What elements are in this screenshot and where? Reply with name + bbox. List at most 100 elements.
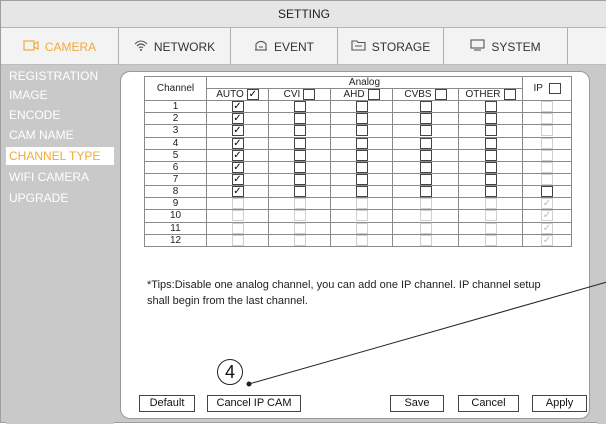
checkbox-auto[interactable]: ✓ — [231, 149, 244, 161]
checkbox-other[interactable] — [484, 161, 497, 173]
col-all-checkbox-other[interactable] — [503, 89, 516, 100]
channel-number: 10 — [144, 209, 207, 223]
scrollbar[interactable] — [597, 65, 606, 424]
tab-label: SYSTEM — [491, 39, 541, 54]
checkbox-other[interactable] — [484, 125, 497, 137]
checkbox-auto[interactable]: ✓ — [231, 113, 244, 125]
cell-other — [458, 112, 523, 126]
checkmark-icon: ✓ — [233, 161, 242, 173]
cell-ahd — [330, 136, 393, 150]
checkbox-cvbs[interactable] — [419, 137, 432, 149]
checkbox-ahd[interactable] — [355, 173, 368, 185]
checkbox-ip[interactable]: ✓ — [541, 210, 553, 222]
checkbox-ahd[interactable] — [355, 113, 368, 125]
checkbox-other[interactable] — [484, 173, 497, 185]
ip-all-checkbox[interactable] — [548, 83, 561, 94]
sidebar-item-channel-type[interactable]: CHANNEL TYPE — [6, 147, 114, 165]
checkbox-other[interactable] — [484, 101, 497, 113]
settings-window: SETTING CAMERA NETWORK EVENT STORAGE SYS… — [0, 0, 606, 424]
checkbox-cvi — [293, 222, 306, 234]
checkbox-cvi[interactable] — [293, 149, 306, 161]
checkbox-ahd[interactable] — [355, 137, 368, 149]
checkbox-ip[interactable]: ✓ — [541, 222, 553, 234]
checkbox-ahd[interactable] — [355, 161, 368, 173]
checkbox-cvi[interactable] — [293, 101, 306, 113]
cell-other — [458, 233, 523, 247]
checkbox-other[interactable] — [484, 137, 497, 149]
sidebar-item-upgrade[interactable]: UPGRADE — [9, 189, 68, 207]
cell-cvi — [268, 100, 331, 114]
checkmark-icon: ✓ — [542, 210, 552, 222]
sidebar-item-encode[interactable]: ENCODE — [9, 106, 60, 124]
checkbox-ahd[interactable] — [355, 149, 368, 161]
col-all-checkbox-ahd[interactable] — [367, 89, 380, 100]
checkbox-cvi[interactable] — [293, 186, 306, 198]
sidebar-item-wifi-camera[interactable]: WIFI CAMERA — [9, 168, 89, 186]
cell-auto: ✓ — [206, 172, 269, 187]
checkbox-cvbs[interactable] — [419, 149, 432, 161]
checkmark-icon: ✓ — [233, 137, 242, 149]
checkmark-icon: ✓ — [542, 198, 552, 210]
sidebar-item-registration[interactable]: REGISTRATION — [9, 67, 98, 85]
checkbox-cvbs[interactable] — [419, 173, 432, 185]
cell-cvi — [268, 209, 331, 223]
col-all-checkbox-cvi[interactable] — [303, 89, 316, 100]
cancel-button[interactable]: Cancel — [458, 395, 519, 412]
tab-system[interactable]: SYSTEM — [444, 28, 568, 65]
checkbox-cvi[interactable] — [293, 113, 306, 125]
checkbox-other — [484, 222, 497, 234]
channel-number: 5 — [144, 148, 207, 162]
checkbox-other[interactable] — [484, 149, 497, 161]
tab-storage[interactable]: STORAGE — [338, 28, 444, 65]
checkbox-ahd[interactable] — [355, 125, 368, 137]
cell-other — [458, 197, 523, 211]
checkbox-cvbs[interactable] — [419, 125, 432, 137]
checkbox-auto[interactable]: ✓ — [231, 173, 244, 185]
checkbox-cvbs[interactable] — [419, 101, 432, 113]
sidebar-item-cam-name[interactable]: CAM NAME — [9, 126, 74, 144]
col-all-checkbox-auto[interactable]: ✓ — [246, 89, 259, 100]
checkbox-ahd — [355, 198, 368, 210]
checkmark-icon: ✓ — [542, 222, 552, 234]
table-row: 7 ✓ — [144, 172, 572, 187]
checkbox-ahd — [355, 234, 368, 246]
checkbox-cvbs[interactable] — [419, 161, 432, 173]
checkbox-cvbs[interactable] — [419, 186, 432, 198]
checkbox-ip[interactable]: ✓ — [541, 198, 553, 210]
tab-network[interactable]: NETWORK — [119, 28, 231, 65]
cancel-ip-cam-button[interactable]: Cancel IP CAM — [207, 395, 301, 412]
checkbox-auto[interactable]: ✓ — [231, 101, 244, 113]
checkmark-icon: ✓ — [233, 149, 242, 161]
checkbox-ip[interactable] — [541, 186, 553, 198]
col-header-auto: AUTO ✓ — [206, 87, 269, 102]
checkbox-auto[interactable]: ✓ — [231, 186, 244, 198]
cell-ahd — [330, 160, 393, 174]
checkbox-cvi[interactable] — [293, 161, 306, 173]
col-header-label: AUTO — [216, 89, 244, 101]
checkbox-auto[interactable]: ✓ — [231, 125, 244, 137]
checkbox-cvi[interactable] — [293, 173, 306, 185]
checkbox-cvbs[interactable] — [419, 113, 432, 125]
default-button[interactable]: Default — [139, 395, 195, 412]
cell-cvbs — [392, 124, 459, 138]
checkbox-cvi — [293, 210, 306, 222]
checkbox-auto[interactable]: ✓ — [231, 161, 244, 173]
checkbox-cvi[interactable] — [293, 137, 306, 149]
col-all-checkbox-cvbs[interactable] — [434, 89, 447, 100]
checkbox-auto — [231, 234, 244, 246]
checkbox-ip[interactable]: ✓ — [541, 234, 553, 246]
sidebar-item-image[interactable]: IMAGE — [9, 86, 48, 104]
cell-ahd — [330, 209, 393, 223]
apply-button[interactable]: Apply — [532, 395, 587, 412]
checkbox-ahd[interactable] — [355, 101, 368, 113]
cell-other — [458, 148, 523, 162]
checkbox-other[interactable] — [484, 186, 497, 198]
checkbox-ahd[interactable] — [355, 186, 368, 198]
channel-number: 4 — [144, 136, 207, 150]
checkbox-other[interactable] — [484, 113, 497, 125]
checkbox-auto[interactable]: ✓ — [231, 137, 244, 149]
tab-event[interactable]: EVENT — [231, 28, 338, 65]
checkbox-cvi[interactable] — [293, 125, 306, 137]
save-button[interactable]: Save — [390, 395, 444, 412]
tab-camera[interactable]: CAMERA — [1, 28, 119, 65]
